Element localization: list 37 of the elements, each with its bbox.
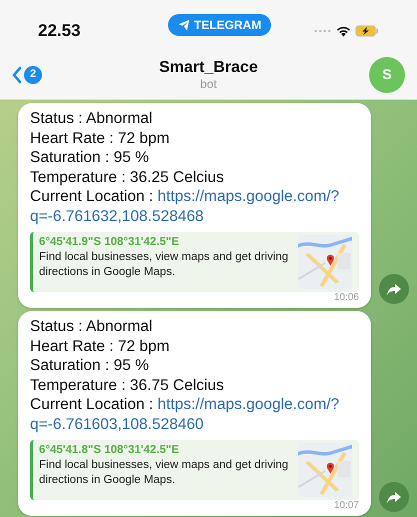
message-text: Temperature : 36.25 Celcius: [30, 168, 225, 187]
forward-button[interactable]: [379, 274, 409, 304]
unread-badge: 2: [24, 66, 42, 84]
message-text: Status : Abnormal: [30, 317, 154, 336]
message-text: Current Location :: [30, 188, 154, 205]
paper-plane-icon: [178, 19, 190, 31]
message-time: 10:07: [334, 500, 359, 512]
app-pill[interactable]: TELEGRAM: [168, 14, 272, 36]
message-text: Current Location :: [30, 396, 154, 413]
link-preview[interactable]: 6°45'41.9"S 108°31'42.5"E Find local businesses, view maps and get driving directions in Google Maps.: [30, 232, 359, 292]
signal-icon: [314, 29, 332, 33]
forward-icon: [387, 492, 401, 502]
chevron-left-icon: [12, 66, 22, 84]
preview-title: 6°45'41.8"S 108°31'42.5"E: [39, 443, 180, 458]
chat-subtitle: bot: [200, 77, 217, 91]
battery-icon: [355, 25, 379, 37]
message-text: Heart Rate : 72 bpm: [30, 336, 171, 356]
forward-button[interactable]: [379, 482, 409, 512]
clock-time: 22.53: [38, 20, 81, 42]
message-text: Status : Abnormal: [30, 109, 154, 128]
preview-title: 6°45'41.9"S 108°31'42.5"E: [39, 235, 180, 250]
message-text: Saturation : 95 %: [30, 148, 150, 168]
forward-icon: [387, 284, 401, 294]
chat-title: Smart_Brace: [159, 58, 258, 77]
map-link[interactable]: q=-6.761632,108.528468: [30, 208, 204, 224]
map-link[interactable]: https://maps.google.com/?: [158, 188, 340, 205]
preview-description: Find local businesses, view maps and get driving directions in Google Maps.: [39, 458, 290, 488]
wifi-icon: [336, 25, 351, 37]
map-link[interactable]: https://maps.google.com/?: [158, 396, 340, 413]
back-button[interactable]: 2: [12, 66, 72, 84]
message-text: Heart Rate : 72 bpm: [30, 128, 171, 148]
message-time: 10:06: [334, 292, 359, 304]
preview-description: Find local businesses, view maps and get driving directions in Google Maps.: [39, 250, 290, 280]
map-link[interactable]: q=-6.761603,108.528460: [30, 416, 204, 432]
link-preview[interactable]: 6°45'41.8"S 108°31'42.5"E Find local businesses, view maps and get driving directions in Google Maps.: [30, 440, 359, 500]
message-text: Saturation : 95 %: [30, 356, 150, 376]
message-text: Temperature : 36.75 Celcius: [30, 376, 225, 395]
